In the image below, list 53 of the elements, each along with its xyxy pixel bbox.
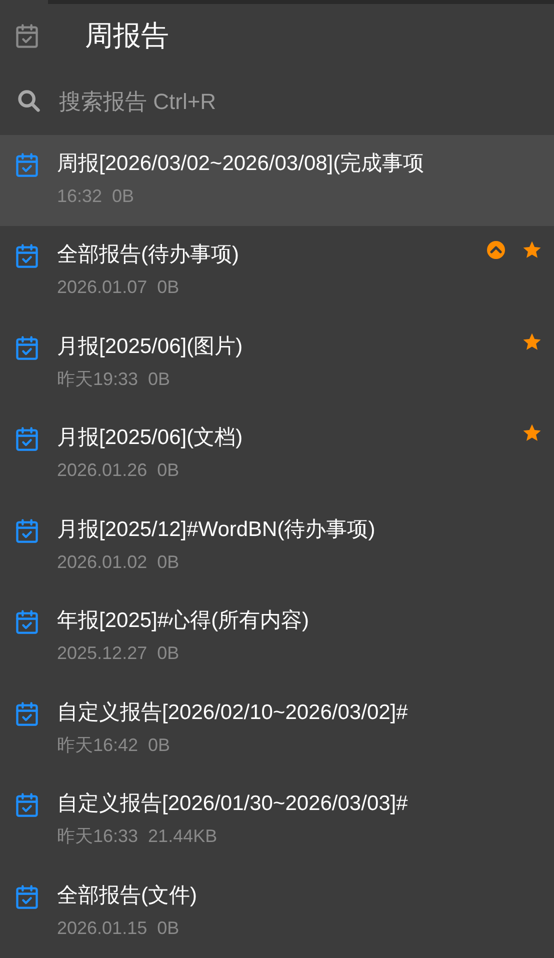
report-time: 昨天16:33 [57,825,138,848]
calendar-check-icon [14,609,40,636]
search-icon [16,88,42,114]
report-title: 自定义报告[2026/01/30~2026/03/03]# [57,791,409,818]
search-field[interactable]: 搜索报告 Ctrl+R [59,84,554,118]
star-icon[interactable] [522,332,542,352]
report-time: 2026.01.07 [57,276,148,300]
report-item[interactable]: 月报[2025/06](图片) 昨天19:33 0B [0,318,554,410]
report-item[interactable]: 全部报告(待办事项) 2026.01.07 0B [0,226,554,318]
calendar-check-icon [14,152,40,178]
report-item[interactable]: 周报[2026/03/02~2026/03/08](完成事项 16:32 0B [0,135,554,226]
star-icon[interactable] [522,240,542,260]
report-size: 0B [112,185,134,208]
report-time: 16:32 [57,185,102,208]
report-title: 自定义报告[2026/02/10~2026/03/02]# [57,700,409,726]
report-item[interactable]: 全部报告(文件) 2026.01.15 0B [0,866,554,958]
report-size: 0B [157,916,180,940]
report-title: 全部报告(待办事项) [57,242,240,268]
report-time: 2026.01.26 [57,459,148,482]
report-size: 21.44KB [148,825,218,848]
pin-up-icon[interactable] [486,240,506,260]
calendar-check-icon [14,243,40,270]
report-size: 0B [148,734,170,757]
page-title: 周报告 [85,18,169,53]
report-title: 月报[2025/06](图片) [57,334,244,360]
calendar-check-icon [14,22,40,49]
calendar-check-icon [14,426,40,452]
report-title: 全部报告(文件) [57,882,198,909]
report-size: 0B [157,459,180,482]
report-time: 昨天19:33 [57,368,138,391]
star-icon[interactable] [522,423,542,444]
calendar-check-icon [14,700,40,727]
report-item[interactable]: 月报[2025/12]#WordBN(待办事项) 2026.01.02 0B [0,500,554,592]
report-item[interactable]: 自定义报告[2026/01/30~2026/03/03]# 昨天16:33 21.44KB [0,775,554,867]
report-size: 0B [157,276,180,300]
calendar-check-icon [14,792,40,818]
report-item[interactable]: 自定义报告[2026/02/10~2026/03/02]# 昨天16:42 0B [0,684,554,776]
report-size: 0B [148,368,170,391]
calendar-check-icon [14,884,40,910]
report-title: 月报[2025/06](文档) [57,425,244,452]
report-time: 昨天16:42 [57,734,138,757]
report-time: 2026.01.02 [57,550,148,574]
report-item[interactable]: 年报[2025]#心得(所有内容) 2025.12.27 0B [0,592,554,684]
report-time: 2025.12.27 [57,642,148,666]
calendar-check-icon [14,334,40,361]
report-title: 年报[2025]#心得(所有内容) [57,608,310,634]
report-item[interactable]: 月报[2025/06](文档) 2026.01.26 0B [0,409,554,501]
report-size: 0B [157,642,180,666]
report-title: 周报[2026/03/02~2026/03/08](完成事项 [57,151,426,178]
report-title: 月报[2025/12]#WordBN(待办事项) [57,516,376,543]
report-time: 2026.01.15 [57,916,148,940]
calendar-check-icon [14,518,40,544]
report-size: 0B [157,550,180,574]
